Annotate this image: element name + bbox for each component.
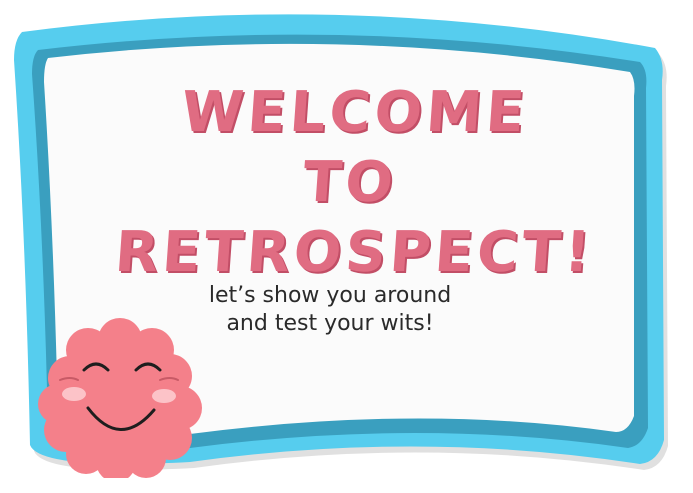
title-line-1: WELCOME TO bbox=[179, 80, 531, 215]
welcome-title: WELCOME TO RETROSPECT! bbox=[112, 78, 597, 288]
smiling-pink-blob-icon bbox=[38, 318, 202, 478]
welcome-screen: WELCOME TO RETROSPECT! let’s show you ar… bbox=[0, 0, 693, 493]
title-line-2: RETROSPECT! bbox=[112, 220, 597, 285]
subtitle-line-1: let’s show you around bbox=[208, 283, 452, 308]
